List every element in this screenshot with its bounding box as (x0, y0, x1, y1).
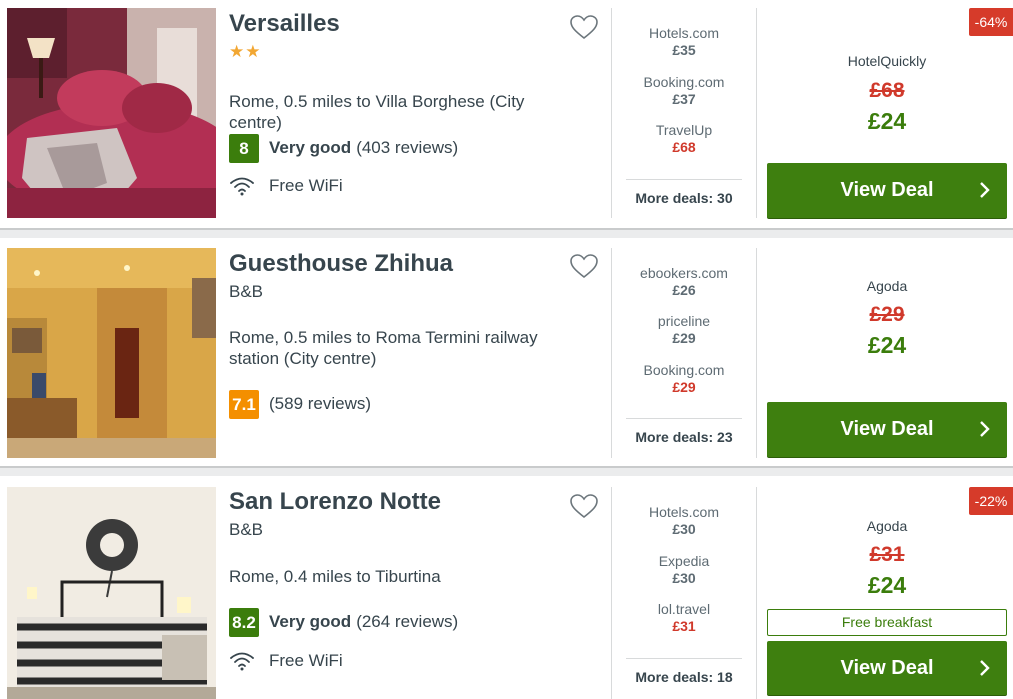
hotel-card: Versailles ★★ Rome, 0.5 miles to Villa B… (0, 0, 1013, 228)
view-deal-button[interactable]: View Deal (767, 402, 1007, 457)
review-count[interactable]: (403 reviews) (356, 138, 458, 158)
amenity-wifi: Free WiFi (229, 651, 343, 671)
rating-row: 8 Very good (403 reviews) (229, 133, 458, 163)
deal-price: £31 (672, 618, 696, 634)
deal-provider: Hotels.com (648, 504, 720, 520)
amenity-label: Free WiFi (269, 176, 343, 195)
chevron-right-icon (980, 421, 990, 437)
property-type: B&B (229, 282, 264, 301)
review-score: 8.2 (229, 607, 259, 637)
amenity-wifi: Free WiFi (229, 176, 343, 196)
deal-item[interactable]: Booking.com £29 (626, 362, 742, 396)
more-deals-link[interactable]: More deals: 23 (626, 418, 742, 445)
deal-item[interactable]: Booking.com £37 (626, 74, 742, 108)
main-provider: HotelQuickly (847, 53, 927, 69)
deal-provider: Expedia (658, 553, 710, 569)
more-deals-link[interactable]: More deals: 30 (626, 179, 742, 206)
deal-price: £29 (672, 379, 696, 395)
main-provider: Agoda (866, 518, 908, 534)
main-provider: Agoda (866, 278, 908, 294)
deal-price: £37 (672, 91, 696, 107)
main-price: £24 (867, 332, 907, 358)
review-count[interactable]: (264 reviews) (356, 612, 458, 632)
view-deal-label: View Deal (840, 179, 934, 201)
deal-provider: priceline (657, 313, 711, 329)
hotel-card: San Lorenzo Notte B&B Rome, 0.4 miles to… (0, 476, 1013, 699)
deal-price: £68 (672, 139, 696, 155)
chevron-right-icon (980, 660, 990, 676)
rating-label: Very good (269, 612, 352, 631)
wifi-icon (230, 652, 254, 671)
deal-price: £29 (672, 330, 696, 346)
favorite-heart-icon[interactable] (569, 253, 599, 279)
deal-item[interactable]: priceline £29 (626, 313, 742, 347)
divider (611, 8, 612, 218)
deal-item[interactable]: ebookers.com £26 (626, 265, 742, 299)
deal-provider: lol.travel (657, 601, 711, 617)
deal-provider: Booking.com (643, 362, 725, 378)
deal-price: £35 (672, 42, 696, 58)
discount-badge: -22% (969, 487, 1013, 515)
hotel-name[interactable]: Guesthouse Zhihua (229, 250, 453, 278)
amenity-label: Free WiFi (269, 651, 343, 670)
hotel-location: Rome, 0.5 miles to Villa Borghese (City … (229, 92, 525, 132)
more-deals-link[interactable]: More deals: 18 (626, 658, 742, 685)
hotel-name[interactable]: San Lorenzo Notte (229, 488, 441, 516)
main-price: £24 (867, 108, 907, 134)
deal-item[interactable]: Expedia £30 (626, 553, 742, 587)
hotel-location: Rome, 0.4 miles to Tiburtina (229, 567, 441, 586)
discount-badge: -64% (969, 8, 1013, 36)
deal-provider: TravelUp (655, 122, 713, 138)
wifi-icon (230, 177, 254, 196)
view-deal-button[interactable]: View Deal (767, 641, 1007, 695)
deal-provider: Hotels.com (648, 25, 720, 41)
hotel-photo[interactable] (7, 8, 216, 218)
deal-item[interactable]: lol.travel £31 (626, 601, 742, 635)
chevron-right-icon (980, 182, 990, 198)
divider (756, 487, 757, 699)
deal-price: £30 (672, 521, 696, 537)
old-price: £29 (869, 303, 905, 326)
divider (756, 8, 757, 218)
deal-provider: Booking.com (643, 74, 725, 90)
deal-item[interactable]: Hotels.com £30 (626, 504, 742, 538)
divider (756, 248, 757, 458)
rating-row: 7.1 (589 reviews) (229, 389, 371, 419)
main-price: £24 (867, 572, 907, 598)
rating-row: 8.2 Very good (264 reviews) (229, 607, 458, 637)
view-deal-button[interactable]: View Deal (767, 163, 1007, 218)
hotel-card: Guesthouse Zhihua B&B Rome, 0.5 miles to… (0, 238, 1013, 466)
deal-item[interactable]: TravelUp £68 (626, 122, 742, 156)
review-score: 7.1 (229, 389, 259, 419)
property-type: B&B (229, 520, 264, 539)
rating-label: Very good (269, 138, 352, 157)
hotel-photo[interactable] (7, 248, 216, 458)
deal-provider: ebookers.com (640, 265, 728, 281)
card-separator (0, 228, 1013, 238)
review-score: 8 (229, 133, 259, 163)
review-count[interactable]: (589 reviews) (269, 394, 371, 414)
deal-price: £26 (672, 282, 696, 298)
hotel-location: Rome, 0.5 miles to Roma Termini railway … (229, 328, 538, 368)
divider (611, 248, 612, 458)
deal-price: £30 (672, 570, 696, 586)
deal-item[interactable]: Hotels.com £35 (626, 25, 742, 59)
old-price: £68 (869, 79, 905, 102)
old-price: £31 (869, 543, 905, 566)
hotel-name[interactable]: Versailles (229, 10, 340, 38)
view-deal-label: View Deal (840, 657, 934, 679)
favorite-heart-icon[interactable] (569, 493, 599, 519)
star-rating: ★★ (229, 42, 262, 61)
view-deal-label: View Deal (840, 418, 934, 440)
hotel-photo[interactable] (7, 487, 216, 699)
divider (611, 487, 612, 699)
favorite-heart-icon[interactable] (569, 14, 599, 40)
card-separator (0, 466, 1013, 476)
free-breakfast-tag: Free breakfast (767, 609, 1007, 636)
